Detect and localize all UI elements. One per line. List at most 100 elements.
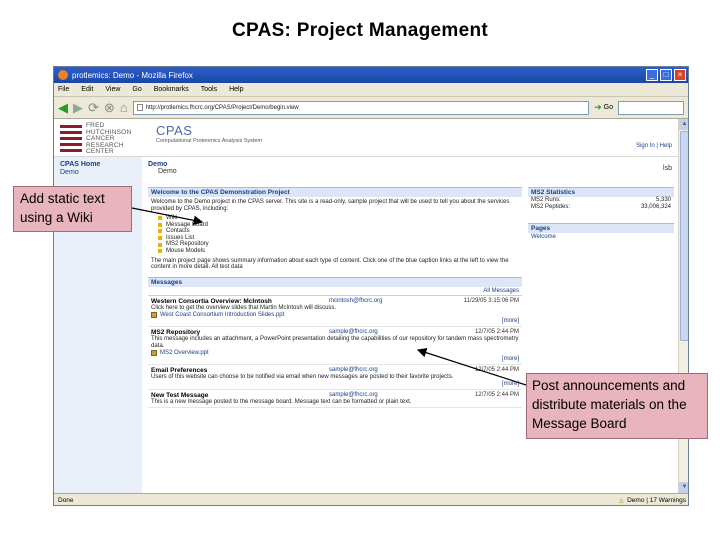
- list-item[interactable]: Contacts: [158, 228, 522, 235]
- wiki-title: Welcome to the CPAS Demonstration Projec…: [148, 187, 522, 197]
- list-item[interactable]: Wiki: [158, 215, 522, 222]
- message-title[interactable]: MS2 Repository: [151, 329, 329, 336]
- nav-demo[interactable]: Demo: [54, 169, 142, 176]
- browser-window: protlemics: Demo - Mozilla Firefox _ □ ×…: [53, 66, 689, 506]
- message-board-callout: Post announcements and distribute materi…: [526, 373, 708, 439]
- main-content: Demo Demo lsb Welcome to the CPAS Demons…: [148, 157, 676, 409]
- warning-icon: ⚠: [618, 497, 625, 505]
- menu-edit[interactable]: Edit: [81, 86, 93, 93]
- wiki-outro: The main project page shows summary info…: [151, 257, 509, 271]
- menu-view[interactable]: View: [105, 86, 120, 93]
- window-title: protlemics: Demo - Mozilla Firefox: [72, 70, 193, 80]
- messages-title: Messages: [148, 276, 522, 287]
- stats-row: MS2 Runs: 5,330: [531, 197, 671, 203]
- status-bar: Done ⚠ Demo | 17 Warnings: [54, 493, 688, 505]
- more-link[interactable]: [more]: [151, 356, 519, 362]
- navigation-toolbar: ◀ ▶ ⟳ ⊗ ⌂ http://protlemics.fhcrc.org/CP…: [54, 97, 688, 119]
- go-arrow-icon: ➜: [594, 102, 602, 112]
- go-button[interactable]: ➜ Go: [594, 102, 613, 113]
- wiki-panel: Welcome to the CPAS Demonstration Projec…: [148, 187, 522, 409]
- org-name: FRED HUTCHINSON CANCER RESEARCH CENTER: [86, 122, 132, 155]
- stats-row: MS2 Peptides: 33,006,324: [531, 204, 671, 210]
- wiki-intro: Welcome to the Demo project in the CPAS …: [151, 199, 510, 212]
- menu-tools[interactable]: Tools: [201, 86, 217, 93]
- attachment-icon: [151, 312, 157, 319]
- message-author[interactable]: mcintosh@fhcrc.org: [329, 298, 449, 305]
- pages-welcome-link[interactable]: Welcome: [528, 233, 674, 241]
- message-item: Email Preferences sample@fhcrc.org 12/7/…: [148, 365, 522, 390]
- messages-panel: Messages All Messages Western Consortia …: [148, 276, 522, 409]
- menu-help[interactable]: Help: [229, 86, 243, 93]
- pages-title: Pages: [528, 223, 674, 233]
- scroll-up-icon[interactable]: ▲: [679, 119, 688, 130]
- forward-arrow-icon[interactable]: ▶: [73, 101, 83, 114]
- message-author[interactable]: sample@fhcrc.org: [329, 367, 449, 374]
- nav-cpas-home[interactable]: CPAS Home: [54, 157, 142, 169]
- go-label: Go: [603, 104, 613, 111]
- slide-title: CPAS: Project Management: [231, 20, 488, 41]
- message-date: 12/7/05 2:44 PM: [474, 391, 519, 398]
- message-item: Western Consortia Overview: McIntosh mci…: [148, 296, 522, 328]
- window-titlebar: protlemics: Demo - Mozilla Firefox _ □ ×: [54, 67, 688, 83]
- message-date: 12/7/05 2:44 PM: [474, 329, 519, 336]
- url-text: http://protlemics.fhcrc.org/CPAS/Project…: [145, 104, 299, 111]
- message-date: 11/29/05 3:15:06 PM: [463, 297, 519, 304]
- breadcrumb-sub: Demo: [158, 168, 177, 175]
- stop-icon[interactable]: ⊗: [104, 101, 115, 114]
- list-item[interactable]: Mouse Models: [158, 248, 522, 255]
- back-arrow-icon[interactable]: ◀: [58, 101, 68, 114]
- bullet-icon: [158, 229, 162, 234]
- all-messages-link[interactable]: All Messages: [148, 287, 522, 296]
- bullet-icon: [158, 222, 162, 227]
- message-title[interactable]: New Test Message: [151, 392, 329, 399]
- url-input[interactable]: http://protlemics.fhcrc.org/CPAS/Project…: [132, 100, 590, 115]
- more-link[interactable]: [more]: [151, 381, 519, 387]
- message-body: Click here to get the overview slides th…: [151, 304, 337, 311]
- message-date: 12/7/05 2:44 PM: [474, 367, 519, 374]
- message-title[interactable]: Western Consortia Overview: McIntosh: [151, 298, 329, 305]
- close-button[interactable]: ×: [674, 69, 686, 81]
- maximize-button[interactable]: □: [660, 69, 672, 81]
- side-panel: MS2 Statistics MS2 Runs: 5,330 MS2 Peptid…: [528, 187, 674, 241]
- app-subtitle: Computational Proteomics Analysis System: [156, 138, 263, 144]
- fhcrc-logo: [60, 123, 82, 152]
- scroll-thumb[interactable]: [680, 131, 688, 341]
- stats-title: MS2 Statistics: [528, 187, 674, 197]
- wiki-list: Wiki Message Board Contacts Issues List …: [148, 214, 522, 256]
- bullet-icon: [158, 242, 162, 247]
- menu-go[interactable]: Go: [132, 86, 141, 93]
- minimize-button[interactable]: _: [646, 69, 658, 81]
- attachment-icon: [151, 350, 157, 357]
- message-author[interactable]: sample@fhcrc.org: [329, 329, 449, 336]
- user-label: lsb: [663, 165, 672, 172]
- status-text: Done: [58, 497, 74, 504]
- firefox-icon: [58, 70, 68, 80]
- bullet-icon: [158, 236, 162, 241]
- bullet-icon: [158, 216, 162, 221]
- message-author[interactable]: sample@fhcrc.org: [329, 392, 449, 399]
- more-link[interactable]: [more]: [151, 318, 519, 324]
- message-body: This is a new message posted to the mess…: [151, 398, 412, 405]
- list-item[interactable]: MS2 Repository: [158, 241, 522, 248]
- search-input[interactable]: [618, 100, 684, 115]
- breadcrumb[interactable]: Demo: [148, 161, 676, 168]
- list-item[interactable]: Message Board: [158, 222, 522, 229]
- cpas-brand: CPAS Computational Proteomics Analysis S…: [156, 123, 262, 144]
- app-name: CPAS: [156, 123, 193, 138]
- list-item[interactable]: Issues List: [158, 235, 522, 242]
- home-icon[interactable]: ⌂: [120, 101, 128, 114]
- menu-bar: File Edit View Go Bookmarks Tools Help: [54, 83, 688, 97]
- scroll-down-icon[interactable]: ▼: [679, 482, 688, 493]
- cpas-header: FRED HUTCHINSON CANCER RESEARCH CENTER C…: [54, 119, 678, 157]
- message-item: MS2 Repository sample@fhcrc.org 12/7/05 …: [148, 327, 522, 366]
- message-title[interactable]: Email Preferences: [151, 367, 329, 374]
- sign-in-link[interactable]: Sign In | Help: [636, 143, 672, 149]
- message-item: New Test Message sample@fhcrc.org 12/7/0…: [148, 390, 522, 409]
- wiki-callout: Add static text using a Wiki: [13, 186, 132, 232]
- reload-icon[interactable]: ⟳: [88, 101, 99, 114]
- bullet-icon: [158, 249, 162, 254]
- status-right: Demo | 17 Warnings: [627, 497, 686, 504]
- menu-file[interactable]: File: [58, 86, 69, 93]
- menu-bookmarks[interactable]: Bookmarks: [154, 86, 189, 93]
- message-body: This message includes an attachment, a P…: [151, 336, 519, 349]
